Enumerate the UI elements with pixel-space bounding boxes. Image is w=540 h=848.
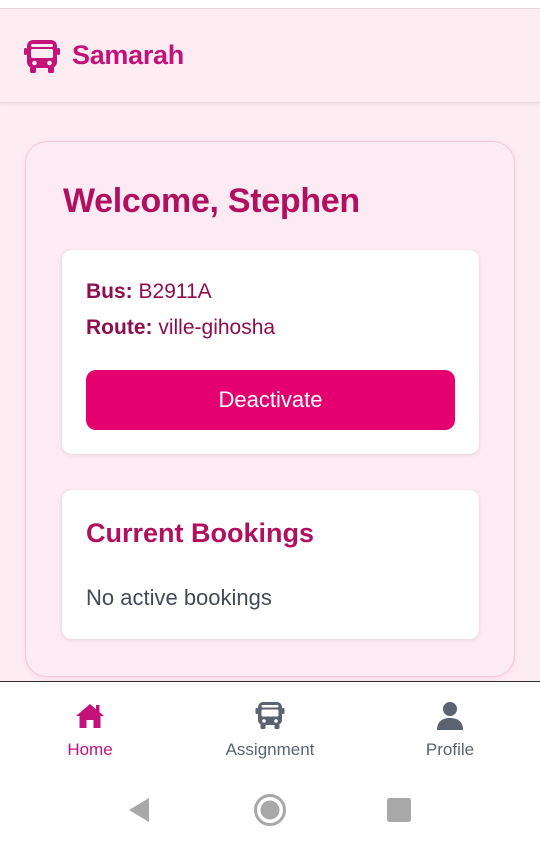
driver-dashboard-card: Welcome, Stephen Bus: B2911A Route: vill… (25, 141, 515, 677)
bookings-title: Current Bookings (86, 518, 315, 548)
nav-label-assignment: Assignment (225, 740, 315, 759)
system-navigation-bar (0, 770, 540, 848)
current-bookings-card: Current Bookings No active bookings (62, 490, 479, 639)
app-title: Samarah (72, 40, 184, 70)
app-bar: Samarah (0, 9, 540, 103)
nav-item-home[interactable]: Home (0, 682, 180, 771)
deactivate-button[interactable]: Deactivate (86, 370, 455, 430)
bus-label: Bus: (86, 280, 133, 303)
status-bar (0, 0, 540, 9)
back-icon[interactable] (124, 795, 154, 825)
nav-item-assignment[interactable]: Assignment (180, 682, 360, 771)
bus-value: B2911A (138, 280, 212, 303)
home-circle-icon[interactable] (253, 793, 287, 827)
route-value: ville-gihosha (158, 316, 276, 339)
bottom-navigation: Home Assignment Profile (0, 681, 540, 770)
bus-icon (255, 702, 285, 729)
nav-label-profile: Profile (425, 740, 475, 759)
bookings-empty-text: No active bookings (86, 585, 272, 610)
nav-item-profile[interactable]: Profile (360, 682, 540, 771)
recents-icon[interactable] (386, 797, 412, 823)
route-label: Route: (86, 316, 153, 339)
welcome-heading: Welcome, Stephen (63, 182, 360, 220)
route-row: Route: ville-gihosha (86, 316, 275, 340)
person-icon (437, 702, 463, 730)
home-icon (76, 704, 104, 728)
bus-icon (24, 39, 60, 73)
bus-info-card: Bus: B2911A Route: ville-gihosha Deactiv… (62, 250, 479, 454)
bus-row: Bus: B2911A (86, 280, 212, 304)
nav-label-home: Home (67, 740, 113, 759)
